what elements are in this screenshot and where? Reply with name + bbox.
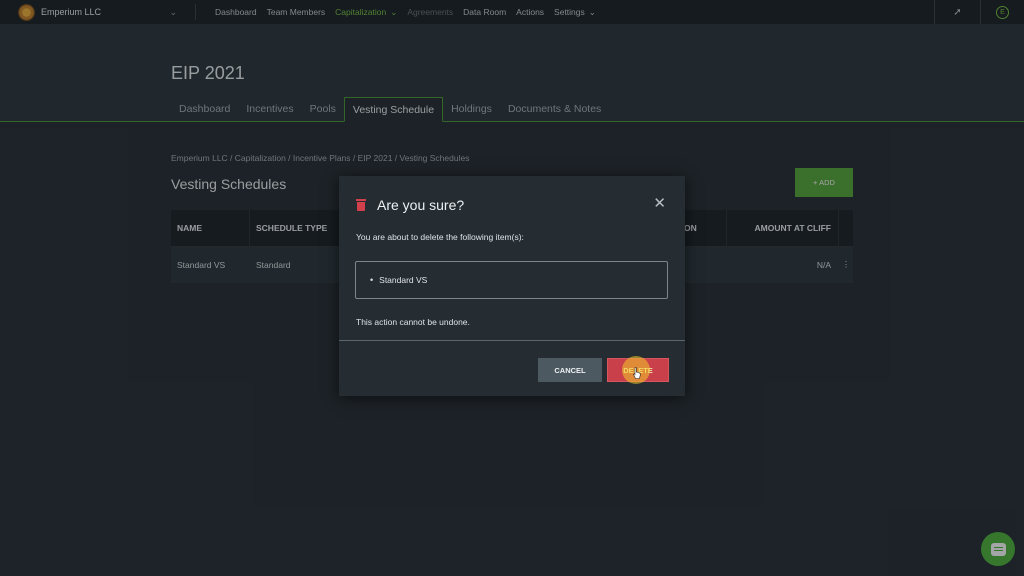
dialog-header: Are you sure? [356,197,464,213]
delete-confirmation-dialog: Are you sure? ✕ You are about to delete … [339,176,685,396]
items-to-delete-list: • Standard VS [355,261,668,299]
close-icon[interactable]: ✕ [653,196,666,211]
pointer-cursor-icon [633,367,641,379]
dialog-warning: This action cannot be undone. [356,317,470,327]
list-item: Standard VS [379,275,428,285]
dialog-title: Are you sure? [377,197,465,213]
dialog-divider [339,340,685,341]
bullet-icon: • [370,275,374,285]
cancel-button[interactable]: CANCEL [538,358,602,382]
trash-icon [356,199,366,211]
dialog-message: You are about to delete the following it… [356,232,524,242]
